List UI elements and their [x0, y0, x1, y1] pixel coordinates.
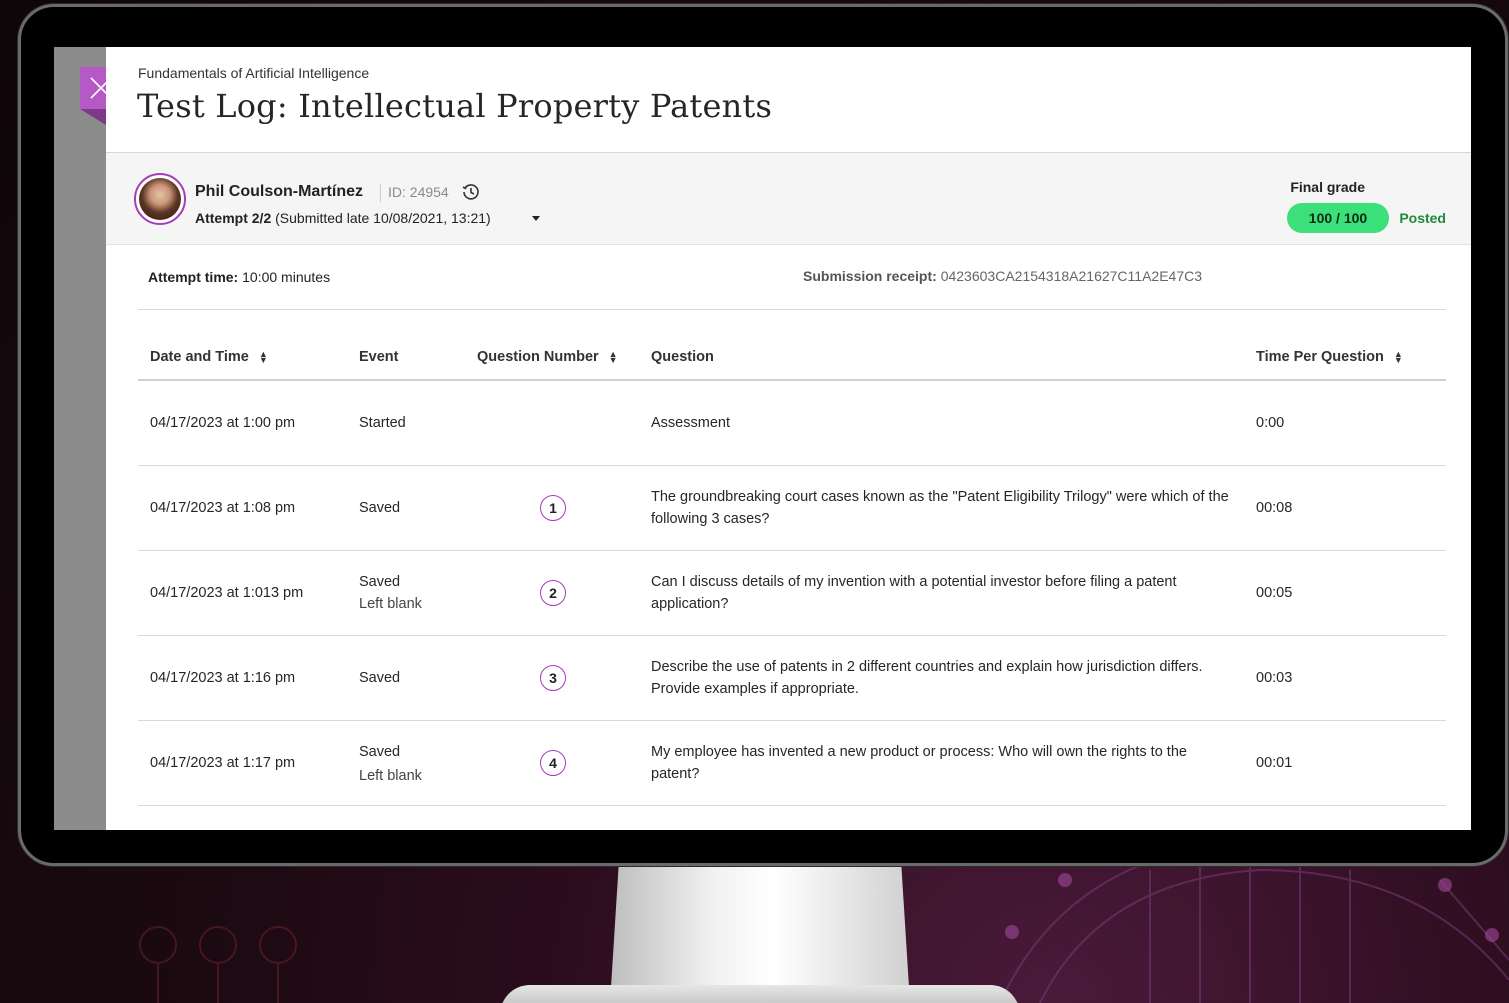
table-header: Date and Time ▲ ▼ Event Question Number ▲ ▼ …: [138, 337, 1446, 381]
cell-date: 04/17/2023 at 1:17 pm: [150, 755, 296, 771]
student-bar: Phil Coulson-Martínez ID: 24954 Attempt …: [106, 153, 1471, 245]
header-qnum-label: Question Number: [477, 349, 599, 365]
attempt-time: Attempt time: 10:00 minutes: [148, 269, 330, 285]
table-row[interactable]: 04/17/2023 at 1:08 pm Saved 1 The ground…: [138, 466, 1446, 551]
cell-date: 04/17/2023 at 1:013 pm: [150, 585, 304, 601]
cell-event-detail: Left blank: [359, 768, 422, 784]
cell-event: Saved: [359, 670, 401, 686]
page-title: Test Log: Intellectual Property Patents: [137, 87, 773, 125]
question-number-badge[interactable]: 2: [540, 580, 566, 606]
table-row[interactable]: 04/17/2023 at 1:013 pm Saved Left blank …: [138, 551, 1446, 636]
attempt-selector[interactable]: Attempt 2/2 (Submitted late 10/08/2021, …: [195, 210, 491, 226]
course-name: Fundamentals of Artificial Intelligence: [138, 65, 370, 81]
divider: [380, 184, 381, 202]
header-event: Event: [359, 349, 399, 365]
cell-time: 00:08: [1256, 500, 1293, 516]
test-log-table: Date and Time ▲ ▼ Event Question Number ▲ ▼ …: [138, 337, 1446, 806]
question-number-badge[interactable]: 1: [540, 495, 566, 521]
cell-time: 00:05: [1256, 585, 1293, 601]
close-tab-fold: [80, 109, 106, 125]
cell-question: Assessment: [651, 415, 730, 431]
cell-date: 04/17/2023 at 1:00 pm: [150, 415, 296, 431]
attempt-detail: (Submitted late 10/08/2021, 13:21): [271, 210, 491, 226]
divider: [138, 309, 1446, 310]
app-screen: Fundamentals of Artificial Intelligence …: [54, 47, 1471, 830]
header-date-label: Date and Time: [150, 349, 249, 365]
attempt-time-label: Attempt time:: [148, 269, 239, 285]
history-icon[interactable]: [461, 182, 481, 202]
receipt-label: Submission receipt:: [803, 268, 937, 284]
cell-time: 00:03: [1256, 670, 1293, 686]
attempt-time-value: 10:00 minutes: [238, 269, 331, 285]
cell-time: 00:01: [1256, 755, 1293, 771]
header-time-label: Time Per Question: [1256, 349, 1384, 365]
receipt-value: 0423603CA2154318A21627C11A2E47C3: [936, 268, 1202, 284]
header-question-number[interactable]: Question Number ▲ ▼: [477, 349, 618, 365]
cell-question: Can I discuss details of my invention wi…: [651, 574, 1177, 612]
sort-icon[interactable]: ▲ ▼: [609, 350, 618, 365]
table-row[interactable]: 04/17/2023 at 1:17 pm Saved Left blank 4…: [138, 721, 1446, 806]
submission-receipt: Submission receipt: 0423603CA2154318A216…: [803, 268, 1202, 284]
final-grade-label: Final grade: [1290, 179, 1365, 195]
question-number-badge[interactable]: 3: [540, 665, 566, 691]
student-name[interactable]: Phil Coulson-Martínez: [195, 183, 363, 201]
table-row[interactable]: 04/17/2023 at 1:16 pm Saved 3 Describe t…: [138, 636, 1446, 721]
cell-question: My employee has invented a new product o…: [651, 744, 1187, 782]
caret-down-icon[interactable]: [530, 215, 542, 223]
cell-event: Saved: [359, 500, 401, 516]
header-time[interactable]: Time Per Question ▲ ▼: [1256, 349, 1403, 365]
sort-icon[interactable]: ▲ ▼: [259, 350, 268, 365]
posted-status: Posted: [1399, 210, 1446, 226]
attempt-label: Attempt 2/2: [195, 210, 272, 226]
cell-event: Saved: [359, 574, 401, 590]
cell-question: The groundbreaking court cases known as …: [651, 489, 1229, 527]
cell-event: Saved: [359, 744, 401, 760]
header-question: Question: [651, 349, 714, 365]
question-number-badge[interactable]: 4: [540, 750, 566, 776]
header-date[interactable]: Date and Time ▲ ▼: [150, 349, 268, 365]
cell-question: Describe the use of patents in 2 differe…: [651, 659, 1203, 697]
page-header: Fundamentals of Artificial Intelligence …: [106, 47, 1471, 153]
monitor-stand: [610, 860, 910, 1003]
avatar: [134, 173, 186, 225]
cell-event-detail: Left blank: [359, 596, 422, 612]
table-row[interactable]: 04/17/2023 at 1:00 pm Started Assessment…: [138, 381, 1446, 466]
cell-time: 0:00: [1256, 415, 1285, 431]
monitor-base: [500, 985, 1020, 1003]
sort-icon[interactable]: ▲ ▼: [1394, 350, 1403, 365]
cell-date: 04/17/2023 at 1:08 pm: [150, 500, 296, 516]
cell-date: 04/17/2023 at 1:16 pm: [150, 670, 296, 686]
student-id: ID: 24954: [388, 184, 449, 200]
grade-pill[interactable]: 100 / 100: [1287, 203, 1389, 233]
left-rail: [54, 47, 106, 830]
cell-event: Started: [359, 415, 406, 431]
